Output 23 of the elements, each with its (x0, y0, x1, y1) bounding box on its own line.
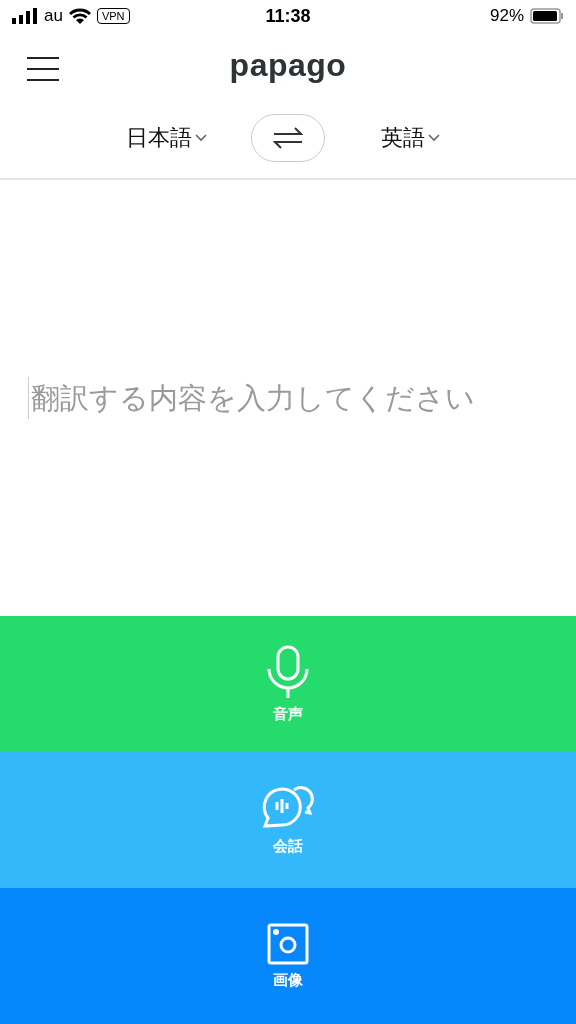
swap-languages-button[interactable] (251, 114, 325, 162)
carrier-name: au (44, 6, 63, 26)
caret-icon (427, 134, 440, 142)
menu-icon (26, 56, 60, 82)
signal-icon (12, 8, 38, 24)
app-logo: papago (229, 46, 347, 84)
target-language-button[interactable]: 英語 (325, 123, 495, 153)
mode-button[interactable]: 音声 (0, 616, 576, 752)
camera-icon (267, 922, 309, 965)
menu-button[interactable] (26, 56, 60, 82)
chat-bubbles-icon (260, 784, 316, 831)
mode-button[interactable]: 画像 (0, 888, 576, 1024)
battery-percent: 92% (490, 6, 524, 26)
translation-input-field[interactable]: 翻訳する内容を入力してください (28, 377, 548, 419)
mode-button[interactable]: 会話 (0, 752, 576, 888)
wifi-icon (68, 8, 91, 24)
swap-arrows-icon (273, 127, 303, 149)
caret-icon (194, 134, 207, 142)
microphone-icon (266, 644, 310, 699)
source-language-button[interactable]: 日本語 (81, 123, 251, 153)
vpn-badge: VPN (96, 8, 130, 24)
clock-time: 11:38 (265, 5, 311, 27)
battery-icon (530, 8, 564, 24)
